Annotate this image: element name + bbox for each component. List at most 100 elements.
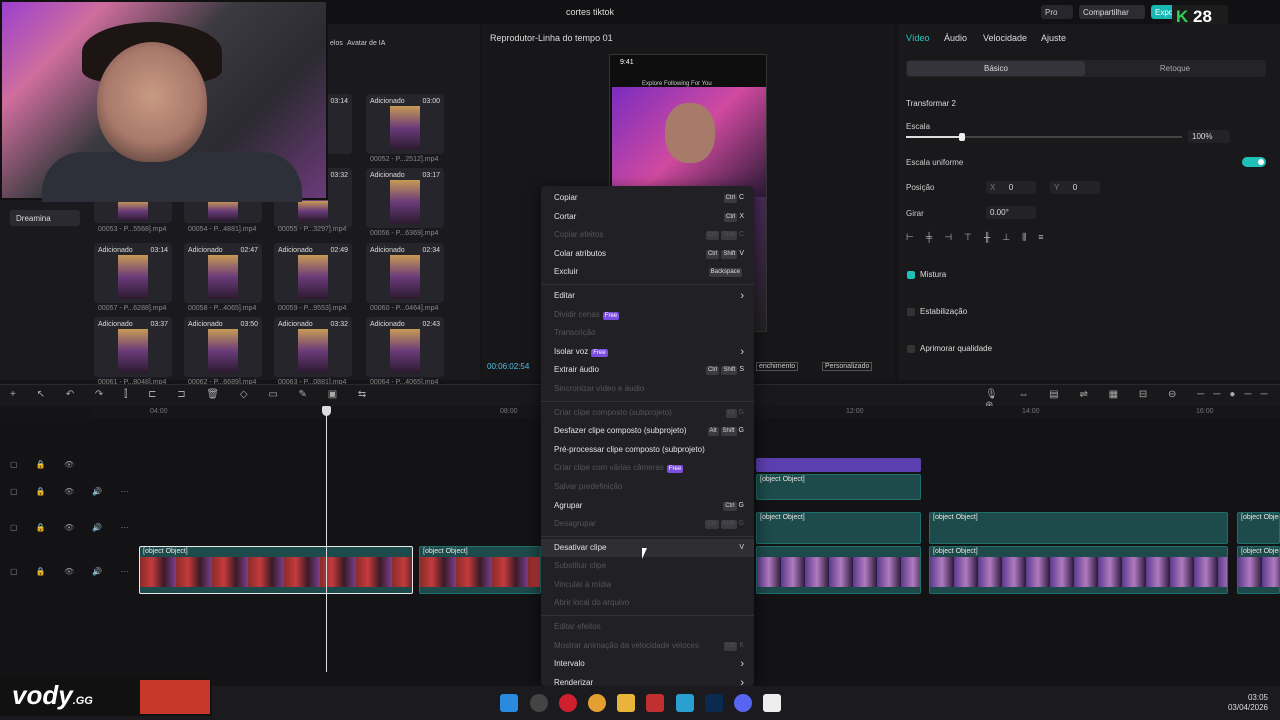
- tile-duration: 03:17: [422, 172, 440, 179]
- tab-models[interactable]: elos: [330, 40, 343, 47]
- menu-item-label: Editar efeitos: [554, 622, 601, 632]
- menu-item[interactable]: Intervalo ›: [541, 655, 754, 674]
- ratio-button[interactable]: Personalizado: [822, 362, 873, 371]
- menu-item: Abrir local do arquivo: [541, 594, 754, 613]
- tile-filename: 00054 - P...4881].mp4: [188, 226, 257, 233]
- media-tile[interactable]: Adicionado 03:17: [366, 168, 444, 228]
- video-clip[interactable]: [object Object]: [1237, 512, 1280, 544]
- video-clip[interactable]: [object Object]: [929, 512, 1228, 544]
- rotate-input[interactable]: 0.00°: [986, 206, 1036, 219]
- properties-panel: [898, 24, 1280, 380]
- video-clip[interactable]: [object Object]: [1237, 546, 1280, 594]
- scale-input[interactable]: 100%: [1188, 130, 1230, 143]
- media-tile[interactable]: Adicionado 03:50: [184, 317, 262, 377]
- menu-shortcut: ›: [740, 655, 744, 675]
- menu-item: Criar clipe com várias câmeras Free: [541, 459, 754, 478]
- menu-item[interactable]: Desativar clipe V: [541, 538, 754, 558]
- media-tile[interactable]: [94, 201, 172, 223]
- menu-item-label: Abrir local do arquivo: [554, 598, 630, 608]
- chrome-icon[interactable]: [588, 694, 606, 712]
- media-tile[interactable]: Adicionado 02:47: [184, 243, 262, 303]
- menu-item[interactable]: Desfazer clipe composto (subprojeto) Alt S…: [541, 422, 754, 441]
- video-clip[interactable]: [object Object]: [929, 546, 1228, 594]
- tile-filename: 00053 - P...5568].mp4: [98, 226, 167, 233]
- transform-header[interactable]: Transformar 2: [906, 99, 956, 108]
- pro-button[interactable]: Pro: [1041, 5, 1073, 19]
- menu-item[interactable]: Editar ›: [541, 287, 754, 306]
- seg-basic[interactable]: Básico: [907, 61, 1085, 76]
- mix-checkbox[interactable]: [907, 271, 915, 279]
- capcut-icon[interactable]: [763, 694, 781, 712]
- share-button[interactable]: Compartilhar: [1079, 5, 1145, 19]
- uniform-scale-toggle[interactable]: [1242, 157, 1266, 167]
- tab-ai-avatar[interactable]: Avatar de IA: [347, 40, 385, 47]
- tile-thumbnail: [208, 201, 238, 221]
- tab-adjust[interactable]: Ajuste: [1041, 33, 1066, 43]
- video-clip[interactable]: [756, 546, 921, 594]
- media-tile[interactable]: Adicionado 02:49: [274, 243, 352, 303]
- windows-start-icon[interactable]: [500, 694, 518, 712]
- tile-thumbnail: [390, 255, 420, 299]
- folder-icon[interactable]: [617, 694, 635, 712]
- menu-item: Desagrupar Ctrl Shift G: [541, 515, 754, 534]
- system-clock[interactable]: 03:05 03/04/2026: [1220, 693, 1268, 713]
- compound-clip[interactable]: [object Object]: [139, 546, 413, 594]
- discord-icon[interactable]: [734, 694, 752, 712]
- position-label: Posição: [906, 183, 935, 192]
- stabilize-checkbox[interactable]: [907, 308, 915, 316]
- track-controls[interactable]: ▢ 🔒 👁 🔊 ⋯: [10, 487, 137, 496]
- menu-item[interactable]: Cortar Ctrl X: [541, 208, 754, 227]
- media-tile[interactable]: [274, 201, 352, 223]
- tab-audio[interactable]: Áudio: [944, 33, 967, 43]
- added-label: Adicionado: [188, 247, 223, 254]
- media-tile[interactable]: Adicionado 03:37: [94, 317, 172, 377]
- added-label: Adicionado: [188, 321, 223, 328]
- position-y-input[interactable]: Y 0: [1050, 181, 1100, 194]
- added-label: Adicionado: [278, 247, 313, 254]
- menu-item[interactable]: Colar atributos Ctrl Shift V: [541, 245, 754, 264]
- enhance-checkbox[interactable]: [907, 345, 915, 353]
- fill-button[interactable]: enchimento: [756, 362, 799, 371]
- app-icon[interactable]: [646, 694, 664, 712]
- align-buttons[interactable]: ⊢╪⊣⊤╫⊥⫼≡: [906, 232, 1106, 244]
- menu-item[interactable]: Extrair áudio Ctrl Shift S: [541, 361, 754, 380]
- media-tile[interactable]: Adicionado 02:43: [366, 317, 444, 377]
- track-controls[interactable]: ▢ 🔒 👁 🔊 ⋯: [10, 523, 137, 532]
- photoshop-icon[interactable]: [705, 694, 723, 712]
- video-clip[interactable]: [object Object]: [756, 512, 921, 544]
- video-clip[interactable]: [object Object]: [756, 474, 921, 500]
- menu-item: Sincronizar vídeo e áudio: [541, 380, 754, 399]
- sidebar-item-dreamina[interactable]: Dreamina: [10, 210, 80, 226]
- menu-item[interactable]: Copiar Ctrl C: [541, 189, 754, 208]
- track-controls[interactable]: ▢ 🔒 👁 🔊 ⋯: [10, 567, 137, 576]
- playhead-handle[interactable]: [322, 406, 331, 416]
- menu-item-label: Agrupar: [554, 500, 583, 510]
- media-tile[interactable]: Adicionado 03:14: [94, 243, 172, 303]
- media-tile[interactable]: Adicionado 03:32: [274, 317, 352, 377]
- compound-clip[interactable]: [object Object]: [419, 546, 541, 594]
- tile-duration: 03:32: [330, 172, 348, 179]
- menu-item[interactable]: Agrupar Ctrl G: [541, 497, 754, 516]
- tab-video[interactable]: Vídeo: [906, 33, 930, 43]
- menu-item[interactable]: Pré-processar clipe composto (subprojeto…: [541, 441, 754, 460]
- purple-track-clip[interactable]: [756, 458, 921, 472]
- menu-item[interactable]: Isolar voz Free ›: [541, 343, 754, 362]
- media-tile[interactable]: Adicionado 03:00: [366, 94, 444, 154]
- position-x-input[interactable]: X 0: [986, 181, 1036, 194]
- menu-item: Copiar efeitos Ctrl Shift C: [541, 226, 754, 245]
- scale-slider[interactable]: [906, 133, 1182, 141]
- tab-speed[interactable]: Velocidade: [983, 33, 1027, 43]
- notepad-icon[interactable]: [676, 694, 694, 712]
- seg-retouch[interactable]: Retoque: [1086, 61, 1264, 76]
- edit-tools[interactable]: + ↖ ↶ ↷ ⫿ ⊏ ⊐ 🗑 ◇ ▭ ✎ ▣ ⇆: [10, 389, 375, 400]
- track-controls[interactable]: ▢ 🔒 👁: [10, 460, 82, 469]
- media-tile[interactable]: Adicionado 02:34: [366, 243, 444, 303]
- media-tile[interactable]: [184, 201, 262, 223]
- menu-item[interactable]: Excluir Backspace: [541, 263, 754, 282]
- opera-icon[interactable]: [559, 694, 577, 712]
- free-badge: Free: [591, 348, 608, 357]
- tile-duration: 02:43: [422, 321, 440, 328]
- app-icon[interactable]: [530, 694, 548, 712]
- playhead[interactable]: [326, 406, 327, 672]
- slider-knob[interactable]: [959, 133, 965, 141]
